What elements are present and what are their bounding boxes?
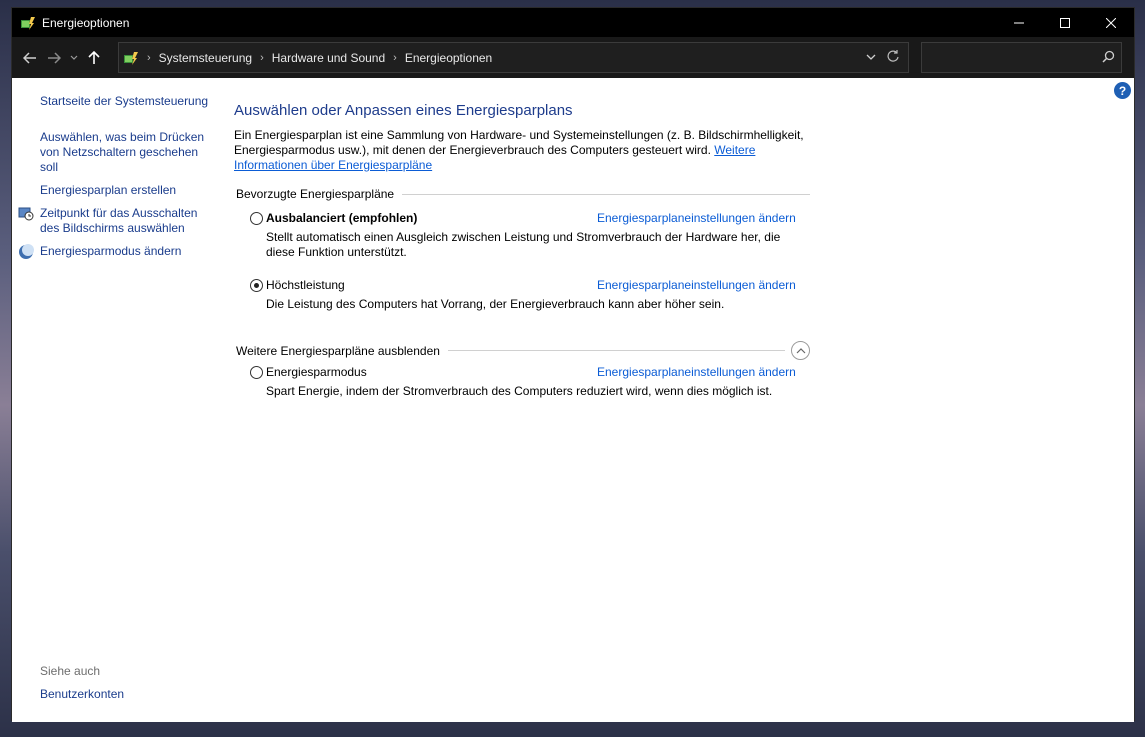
address-dropdown-button[interactable] [866,50,876,64]
plan-balanced-settings-link[interactable]: Energiesparplaneinstellungen ändern [597,211,796,225]
recent-locations-button[interactable] [66,43,82,73]
window-title: Energieoptionen [42,15,130,30]
collapse-button[interactable] [791,341,810,360]
content-area: ? Startseite der Systemsteuerung Auswähl… [12,78,1134,722]
sleep-moon-icon [18,244,34,260]
plan-high-performance-radio[interactable] [250,279,263,292]
control-panel-window: Energieoptionen › Systemsteuerung › Hard… [11,7,1135,722]
chevron-down-icon [70,55,78,60]
divider [447,350,785,351]
see-also-label: Siehe auch [40,664,101,678]
plan-high-performance-name[interactable]: Höchstleistung [266,278,345,292]
arrow-up-icon [88,50,100,64]
minimize-icon [1014,22,1024,23]
refresh-icon [887,50,899,62]
intro-text: Ein Energiesparplan ist eine Sammlung vo… [234,128,804,173]
back-button[interactable] [18,43,42,73]
plan-balanced-name[interactable]: Ausbalanciert (empfohlen) [266,211,417,225]
page-title: Auswählen oder Anpassen eines Energiespa… [234,102,573,119]
plan-balanced-description: Stellt automatisch einen Ausgleich zwisc… [266,230,781,259]
help-icon: ? [1118,83,1127,98]
address-bar[interactable]: › Systemsteuerung › Hardware und Sound ›… [118,42,909,73]
arrow-right-icon [48,51,61,64]
more-plans-header: Weitere Energiesparpläne ausblenden [236,341,810,360]
forward-button[interactable] [42,43,66,73]
search-icon[interactable] [1102,50,1115,66]
breadcrumb-hardware-und-sound[interactable]: Hardware und Sound [272,51,385,65]
link-sleep-mode[interactable]: Energiesparmodus ändern [40,244,181,259]
chevron-up-icon [796,348,805,354]
breadcrumb-systemsteuerung[interactable]: Systemsteuerung [159,51,252,65]
navigation-bar: › Systemsteuerung › Hardware und Sound ›… [12,37,1134,78]
link-user-accounts[interactable]: Benutzerkonten [40,687,124,702]
plan-high-performance-description: Die Leistung des Computers hat Vorrang, … [266,297,725,311]
window-controls [996,8,1134,37]
maximize-button[interactable] [1042,8,1088,37]
power-options-app-icon [20,15,36,31]
plan-power-saver-radio[interactable] [250,366,263,379]
plan-power-saver-settings-link[interactable]: Energiesparplaneinstellungen ändern [597,365,796,379]
display-timer-icon [18,206,34,222]
breadcrumb-energieoptionen[interactable]: Energieoptionen [405,51,492,65]
link-create-power-plan[interactable]: Energiesparplan erstellen [40,183,176,198]
search-box[interactable] [921,42,1122,73]
plan-high-performance-settings-link[interactable]: Energiesparplaneinstellungen ändern [597,278,796,292]
preferred-plans-header: Bevorzugte Energiesparpläne [236,187,810,201]
control-panel-icon [123,50,139,66]
maximize-icon [1060,17,1070,28]
title-bar: Energieoptionen [12,8,1134,37]
close-icon [1106,17,1116,28]
plan-power-saver-name[interactable]: Energiesparmodus [266,365,367,379]
divider [402,193,810,195]
close-button[interactable] [1088,8,1134,37]
help-button[interactable]: ? [1114,82,1131,99]
breadcrumb-separator-icon: › [147,51,151,64]
breadcrumb-separator-icon: › [260,51,264,64]
plan-balanced-radio[interactable] [250,212,263,225]
refresh-button[interactable] [886,49,900,66]
chevron-down-icon [866,54,876,60]
search-input[interactable] [922,43,1092,72]
link-display-off-time[interactable]: Zeitpunkt für das Ausschalten des Bildsc… [40,206,210,236]
plan-power-saver-description: Spart Energie, indem der Stromverbrauch … [266,384,773,398]
link-control-panel-home[interactable]: Startseite der Systemsteuerung [40,94,208,109]
arrow-left-icon [23,51,36,64]
up-button[interactable] [82,43,106,73]
breadcrumb-separator-icon: › [393,51,397,64]
more-plans-label[interactable]: Weitere Energiesparpläne ausblenden [236,344,440,358]
link-power-buttons[interactable]: Auswählen, was beim Drücken von Netzscha… [40,130,208,175]
left-task-pane: Startseite der Systemsteuerung Auswählen… [12,78,217,722]
preferred-plans-label: Bevorzugte Energiesparpläne [236,187,395,201]
minimize-button[interactable] [996,8,1042,37]
